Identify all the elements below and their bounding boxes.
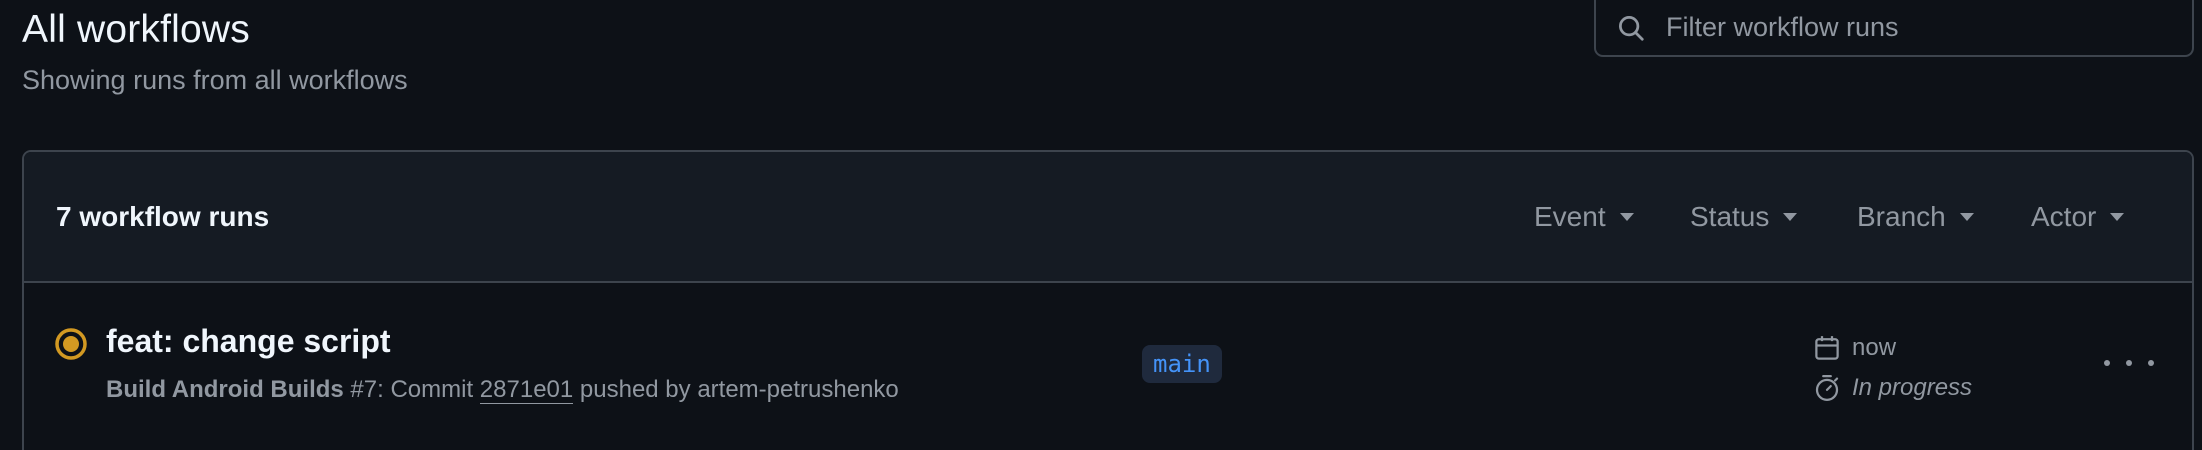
search-icon [1616, 11, 1650, 45]
run-title-link[interactable]: feat: change script [106, 323, 391, 360]
chevron-down-icon [1619, 212, 1634, 221]
chevron-down-icon [2110, 212, 2125, 221]
commit-link[interactable]: 2871e01 [479, 376, 574, 404]
calendar-icon [1812, 333, 1842, 363]
workflow-runs-panel: 7 workflow runs Event Status Branch Acto… [22, 150, 2194, 450]
run-number: #7 [350, 376, 378, 403]
kebab-dot [2126, 360, 2132, 366]
actor-filter-label: Actor [2031, 200, 2097, 232]
page-title: All workflows [22, 8, 250, 51]
page-subtitle: Showing runs from all workflows [22, 65, 408, 95]
workflow-runs-count: 7 workflow runs [56, 200, 270, 232]
status-filter-label: Status [1690, 200, 1770, 232]
in-progress-icon [54, 327, 88, 361]
event-filter-menu[interactable]: Event [1534, 201, 1634, 233]
run-options-button[interactable] [2104, 345, 2154, 381]
run-duration: In progress [1812, 373, 1972, 403]
workflow-name: Build Android Builds [106, 376, 344, 403]
filter-workflow-runs-box[interactable] [1594, 0, 2194, 57]
branch-badge[interactable]: main [1142, 345, 1222, 383]
stopwatch-icon [1812, 373, 1842, 403]
workflow-run-row[interactable]: feat: change script Build Android Builds… [24, 283, 2192, 450]
actor-filter-menu[interactable]: Actor [2031, 200, 2125, 233]
chevron-down-icon [1783, 212, 1798, 221]
branch-filter-label: Branch [1857, 200, 1946, 232]
kebab-dot [2104, 360, 2110, 366]
run-meta: Build Android Builds #7: Commit 2871e01 … [106, 376, 899, 404]
run-duration-label: In progress [1852, 374, 1973, 401]
filter-workflow-runs-input[interactable] [1664, 11, 2168, 44]
run-time: now [1812, 333, 1896, 363]
status-filter-menu[interactable]: Status [1690, 200, 1798, 233]
chevron-down-icon [1959, 212, 1974, 221]
meta-pushed-by: pushed by artem-petrushenko [573, 376, 899, 403]
kebab-dot [2148, 360, 2154, 366]
meta-commit-text: : Commit [377, 376, 480, 403]
event-filter-label: Event [1534, 200, 1606, 232]
run-time-label: now [1852, 334, 1897, 361]
workflow-runs-header: 7 workflow runs Event Status Branch Acto… [24, 152, 2192, 283]
branch-filter-menu[interactable]: Branch [1857, 201, 1974, 233]
